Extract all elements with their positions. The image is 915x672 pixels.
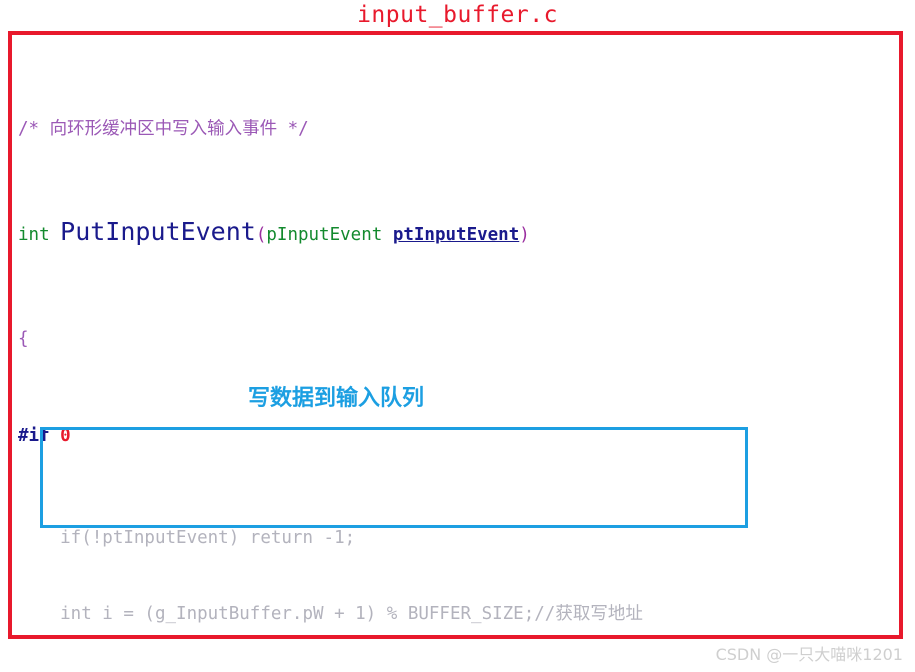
comment-text: /* 向环形缓冲区中写入输入事件 */ [18, 118, 309, 139]
annotation-label: 写数据到输入队列 [248, 386, 425, 411]
watermark: CSDN @一只大喵咪1201 [715, 645, 903, 664]
open-brace: { [18, 329, 29, 349]
code-line-signature: int PutInputEvent(pInputEvent ptInputEve… [18, 216, 899, 251]
code-frame: /* 向环形缓冲区中写入输入事件 */ int PutInputEvent(pI… [8, 31, 903, 639]
close-paren: ) [519, 224, 530, 245]
code-line-disabled: int i = (g_InputBuffer.pW + 1) % BUFFER_… [18, 602, 899, 628]
page-title: input_buffer.c [357, 2, 558, 28]
param-type: pInputEvent [266, 224, 393, 245]
disabled-code-text: if(!ptInputEvent) return -1; [18, 527, 356, 548]
return-type: int [18, 224, 61, 245]
code-line-disabled: if(!ptInputEvent) return -1; [18, 526, 899, 552]
function-name: PutInputEvent [60, 216, 256, 246]
disabled-code-text: int i = (g_InputBuffer.pW + 1) % BUFFER_… [18, 604, 643, 624]
code-line-open-brace: { [18, 327, 899, 349]
open-paren: ( [255, 224, 267, 245]
code-line-comment: /* 向环形缓冲区中写入输入事件 */ [18, 117, 899, 143]
param-name: ptInputEvent [392, 224, 520, 245]
code-body: /* 向环形缓冲区中写入输入事件 */ int PutInputEvent(pI… [12, 35, 899, 635]
highlight-box [40, 427, 748, 528]
